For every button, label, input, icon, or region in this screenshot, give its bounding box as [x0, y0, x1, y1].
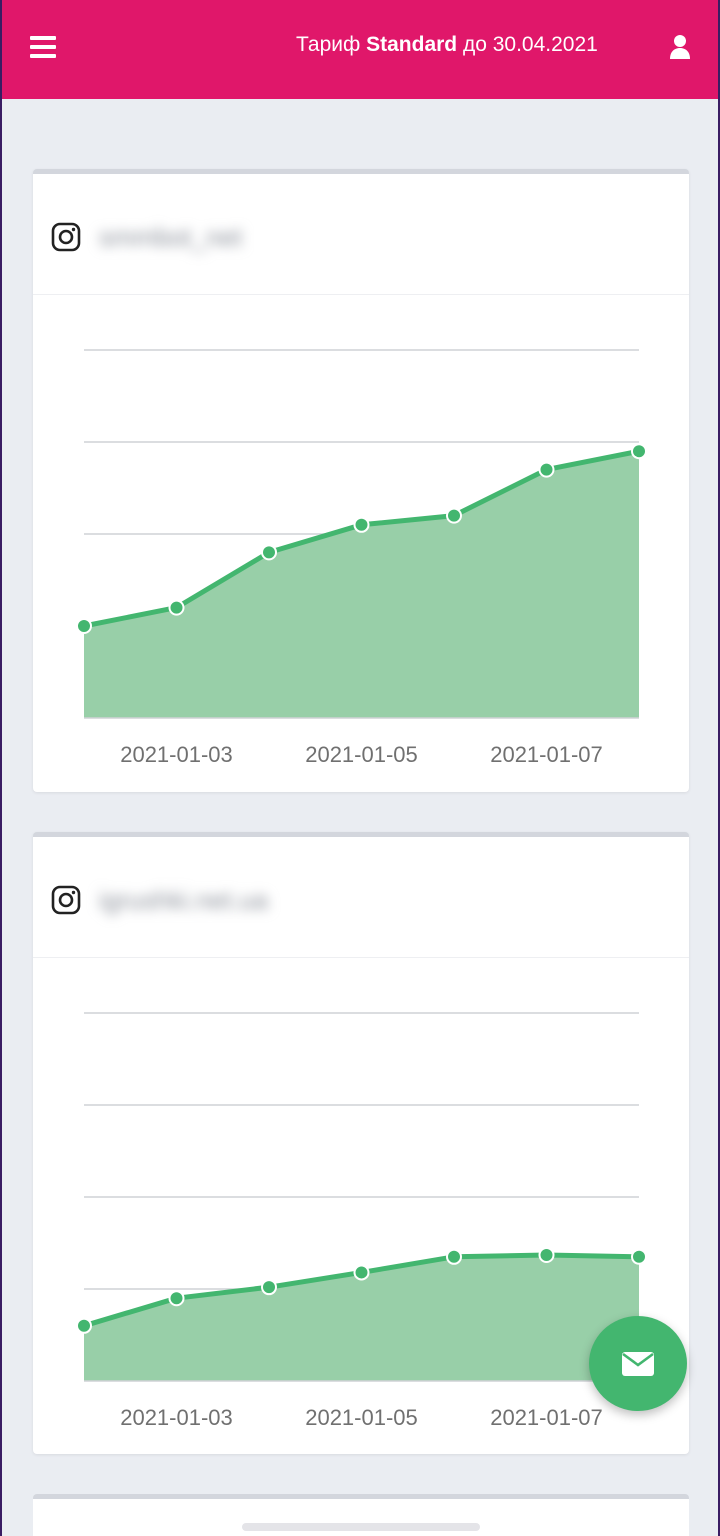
followers-chart: 2021-01-03 2021-01-05 2021-01-07	[76, 349, 647, 767]
data-point	[353, 516, 370, 533]
x-tick-label: 2021-01-05	[305, 1405, 418, 1430]
top-bar: Тариф Standard до 30.04.2021	[2, 0, 718, 99]
plan-info: Тариф Standard до 30.04.2021	[296, 33, 598, 57]
account-name: smmbot_net	[99, 222, 243, 252]
x-tick-label: 2021-01-05	[305, 742, 418, 767]
data-point	[261, 544, 277, 561]
instagram-icon	[51, 222, 81, 252]
plan-expiry: до 30.04.2021	[462, 33, 598, 56]
data-point	[168, 1290, 185, 1307]
data-point	[538, 461, 555, 478]
card-header: smmbot_net	[33, 174, 689, 295]
data-point	[538, 1246, 555, 1263]
hamburger-menu-icon[interactable]	[30, 36, 56, 58]
plan-prefix: Тариф	[296, 33, 361, 56]
data-point	[76, 618, 92, 634]
account-name: igrushki.net.ua	[99, 885, 269, 915]
x-tick-label: 2021-01-03	[120, 1405, 233, 1430]
account-card: smmbot_net 2021-01-03 2021-01-05 2021-01-0…	[33, 169, 689, 792]
contact-button[interactable]	[589, 1316, 687, 1411]
user-icon[interactable]	[666, 33, 694, 61]
data-point	[261, 1279, 277, 1296]
followers-chart: 2021-01-03 2021-01-05 2021-01-07	[76, 1012, 647, 1430]
data-point	[446, 1248, 462, 1265]
data-point	[353, 1264, 370, 1281]
instagram-icon	[51, 885, 81, 915]
x-tick-label: 2021-01-07	[490, 742, 603, 767]
data-point	[631, 443, 647, 460]
envelope-icon	[622, 1351, 654, 1376]
plan-name: Standard	[366, 33, 458, 56]
x-tick-label: 2021-01-03	[120, 742, 233, 767]
data-point	[76, 1317, 92, 1334]
x-tick-label: 2021-01-07	[490, 1405, 603, 1430]
data-point	[631, 1248, 647, 1265]
card-header: igrushki.net.ua	[33, 837, 689, 958]
data-point	[446, 507, 462, 524]
scroll-indicator[interactable]	[242, 1523, 480, 1531]
data-point	[168, 599, 185, 616]
series-area	[84, 451, 639, 718]
